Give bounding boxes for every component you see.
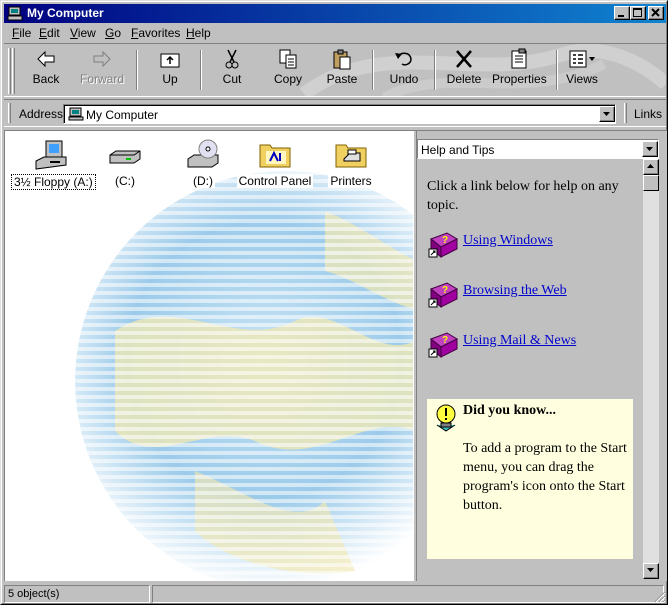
standard-toolbar: Back Forward Up Cut Copy Paste Undo Dele…: [4, 43, 666, 97]
undo-button[interactable]: Undo: [384, 48, 424, 92]
address-label: Address: [19, 107, 64, 121]
resize-grip-icon[interactable]: [654, 591, 666, 603]
menu-edit[interactable]: Edit: [39, 26, 60, 40]
svg-text:?: ?: [442, 285, 448, 296]
lightbulb-tip-icon: [436, 404, 456, 432]
scroll-up-button[interactable]: [643, 159, 659, 175]
help-content: Click a link below for help on any topic…: [417, 159, 642, 579]
my-computer-window: My Computer File Edit View Go Favorites …: [0, 0, 668, 605]
drive-c[interactable]: (C:): [85, 139, 165, 188]
help-book-icon: ?: [428, 332, 459, 359]
cd-drive-icon: [187, 139, 219, 168]
help-book-icon: ?: [428, 282, 459, 309]
control-panel-folder[interactable]: Control Panel: [235, 139, 315, 188]
menu-view[interactable]: View: [70, 26, 96, 40]
scroll-up-arrow-icon: [647, 164, 654, 168]
copy-button[interactable]: Copy: [268, 48, 308, 92]
drive-floppy-a[interactable]: 3½ Floppy (A:): [11, 139, 96, 190]
content-area: 3½ Floppy (A:) (C:) (D:) Control Panel P…: [4, 130, 667, 581]
did-you-know-body: To add a program to the Start menu, you …: [463, 441, 627, 513]
maximize-button[interactable]: [630, 6, 646, 20]
toolbar-separator: [556, 50, 558, 90]
back-arrow-icon: [37, 50, 55, 68]
status-object-count: 5 object(s): [4, 585, 150, 603]
menu-go[interactable]: Go: [105, 26, 121, 40]
status-bar: 5 object(s): [4, 584, 666, 603]
chevron-down-icon: [603, 112, 610, 116]
up-button[interactable]: Up: [150, 48, 190, 92]
help-pane: Help and Tips Click a link below for hel…: [417, 131, 667, 581]
address-bar-grip[interactable]: [8, 103, 11, 123]
control-panel-icon: [259, 144, 291, 168]
toolbar-separator: [200, 50, 202, 90]
views-button[interactable]: Views: [562, 48, 602, 92]
hard-drive-icon: [109, 150, 141, 164]
help-topic-dropdown-button[interactable]: [642, 141, 658, 157]
close-icon: [651, 8, 660, 17]
scissors-icon: [225, 49, 239, 69]
paste-clipboard-icon: [333, 49, 351, 70]
svg-text:?: ?: [442, 235, 448, 246]
my-computer-icon: [7, 6, 23, 21]
address-dropdown-button[interactable]: [599, 106, 615, 122]
forward-arrow-icon: [93, 50, 111, 68]
did-you-know-box: Did you know... To add a program to the …: [427, 399, 633, 559]
scroll-down-button[interactable]: [643, 563, 659, 579]
svg-text:?: ?: [442, 335, 448, 346]
printers-folder[interactable]: Printers: [311, 139, 391, 188]
globe-watermark: [75, 171, 413, 581]
toolbar-grip[interactable]: [8, 48, 11, 94]
help-book-icon: ?: [428, 232, 459, 259]
close-button[interactable]: [648, 6, 664, 20]
delete-button[interactable]: Delete: [444, 48, 484, 92]
chevron-down-icon: [646, 147, 653, 151]
drive-d[interactable]: (D:): [163, 139, 243, 188]
links-label[interactable]: Links: [634, 107, 662, 121]
address-input[interactable]: My Computer: [63, 104, 616, 124]
delete-x-icon: [456, 50, 472, 68]
minimize-button[interactable]: [614, 6, 630, 20]
toolbar-separator: [434, 50, 436, 90]
floppy-drive-icon: [35, 140, 67, 170]
maximize-icon: [633, 8, 642, 17]
scroll-down-arrow-icon: [647, 568, 654, 572]
undo-icon: [395, 52, 412, 66]
cut-button[interactable]: Cut: [214, 48, 250, 92]
toolbar-grip[interactable]: [12, 48, 15, 94]
my-computer-icon: [68, 107, 84, 121]
menu-help[interactable]: Help: [186, 26, 211, 40]
scroll-thumb[interactable]: [643, 175, 659, 191]
minimize-icon: [618, 15, 624, 17]
views-icon: [569, 50, 595, 68]
links-bar-grip[interactable]: [624, 103, 627, 123]
help-topic-select[interactable]: Help and Tips: [417, 139, 659, 159]
help-pane-scrollbar[interactable]: [643, 159, 659, 579]
menu-bar: File Edit View Go Favorites Help: [4, 24, 666, 42]
toolbar-separator: [372, 50, 374, 90]
paste-button[interactable]: Paste: [320, 48, 364, 92]
printers-folder-icon: [335, 144, 367, 168]
properties-button[interactable]: Properties: [492, 48, 547, 92]
file-list-pane[interactable]: 3½ Floppy (A:) (C:) (D:) Control Panel P…: [5, 131, 413, 581]
window-title: My Computer: [27, 6, 104, 20]
title-bar[interactable]: My Computer: [4, 4, 666, 23]
did-you-know-title: Did you know...: [463, 403, 556, 418]
up-folder-icon: [160, 53, 180, 68]
address-bar: Address My Computer Links: [4, 99, 666, 127]
properties-icon: [511, 48, 527, 69]
forward-button[interactable]: Forward: [78, 48, 126, 92]
help-intro-text: Click a link below for help on any topic…: [427, 179, 619, 213]
menu-favorites[interactable]: Favorites: [131, 26, 180, 40]
toolbar-separator: [136, 50, 138, 90]
back-button[interactable]: Back: [24, 48, 68, 92]
menu-file[interactable]: File: [12, 26, 31, 40]
status-zone: [152, 585, 664, 603]
copy-icon: [279, 49, 297, 69]
